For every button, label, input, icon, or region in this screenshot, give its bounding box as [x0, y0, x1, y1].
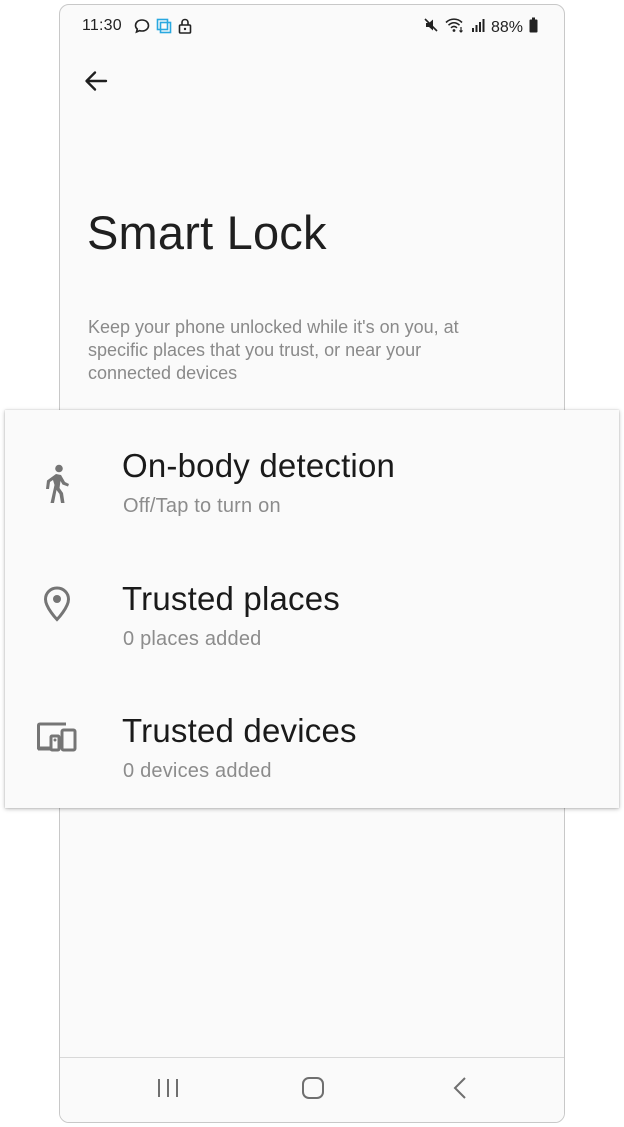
- option-trusted-devices[interactable]: Trusted devices 0 devices added: [5, 685, 619, 805]
- battery-level: 88%: [490, 18, 523, 36]
- option-subtitle: 0 places added: [123, 628, 262, 650]
- home-button[interactable]: [293, 1076, 333, 1104]
- option-subtitle: 0 devices added: [123, 760, 272, 782]
- status-bar: 11:30 88%: [60, 5, 564, 49]
- screen-share-icon: [156, 18, 172, 39]
- wifi-icon: [445, 17, 465, 38]
- option-trusted-places[interactable]: Trusted places 0 places added: [5, 553, 619, 673]
- status-time: 11:30: [82, 17, 122, 34]
- page-description: Keep your phone unlocked while it's on y…: [88, 317, 459, 383]
- mute-icon: [423, 17, 439, 38]
- home-icon: [301, 1076, 325, 1105]
- arrow-back-icon: [83, 68, 109, 99]
- navigation-bar: [60, 1057, 564, 1122]
- option-on-body-detection[interactable]: On-body detection Off/Tap to turn on: [5, 420, 619, 540]
- devices-icon: [35, 715, 79, 759]
- chat-bubble-icon: [134, 18, 150, 39]
- walking-person-icon: [35, 462, 79, 506]
- back-nav-icon: [452, 1076, 468, 1105]
- battery-icon: [529, 17, 538, 38]
- status-right-icons: 88%: [423, 17, 538, 38]
- option-title: Trusted places: [122, 580, 341, 617]
- back-button[interactable]: [78, 65, 114, 101]
- page-title: Smart Lock: [87, 206, 327, 259]
- recent-apps-button[interactable]: [148, 1076, 188, 1104]
- option-subtitle: Off/Tap to turn on: [123, 495, 281, 517]
- option-title: Trusted devices: [122, 712, 357, 749]
- smart-lock-options-card: On-body detection Off/Tap to turn on Tru…: [5, 410, 619, 808]
- back-nav-button[interactable]: [440, 1076, 480, 1104]
- lock-icon: [178, 18, 192, 39]
- signal-icon: [471, 17, 485, 38]
- recent-apps-icon: [155, 1077, 181, 1104]
- option-title: On-body detection: [122, 447, 396, 484]
- location-pin-icon: [35, 582, 79, 626]
- status-left-icons: [134, 18, 192, 39]
